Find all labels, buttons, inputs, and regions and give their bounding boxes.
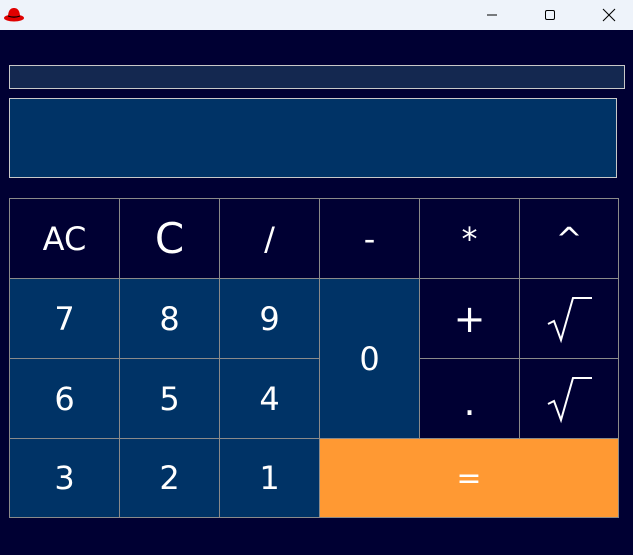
title-bar (0, 0, 633, 30)
expression-display (9, 65, 625, 89)
digit-2-button[interactable]: 2 (119, 438, 220, 518)
decimal-point-button[interactable]: . (419, 358, 520, 439)
maximize-button[interactable] (527, 0, 573, 30)
power-button[interactable]: ^ (519, 198, 619, 279)
digit-4-button[interactable]: 4 (219, 358, 320, 439)
digit-8-button[interactable]: 8 (119, 278, 220, 359)
square-root-icon (547, 376, 592, 423)
minimize-button[interactable] (469, 0, 515, 30)
subtract-button[interactable]: - (319, 198, 420, 279)
close-button[interactable] (586, 0, 632, 30)
result-display (9, 98, 617, 178)
clear-button[interactable]: C (119, 198, 220, 279)
minimize-icon (487, 14, 497, 16)
digit-9-button[interactable]: 9 (219, 278, 320, 359)
square-root-button[interactable] (519, 278, 619, 359)
close-icon (602, 8, 616, 22)
digit-1-button[interactable]: 1 (219, 438, 320, 518)
digit-7-button[interactable]: 7 (9, 278, 120, 359)
calculator-window: AC C / - * ^ 7 8 9 0 + 6 5 4 . 3 2 1 = (0, 30, 633, 555)
digit-0-button[interactable]: 0 (319, 278, 420, 439)
maximize-icon (545, 10, 555, 20)
all-clear-button[interactable]: AC (9, 198, 120, 279)
digit-3-button[interactable]: 3 (9, 438, 120, 518)
digit-6-button[interactable]: 6 (9, 358, 120, 439)
keypad: AC C / - * ^ 7 8 9 0 + 6 5 4 . 3 2 1 = (9, 198, 619, 518)
digit-5-button[interactable]: 5 (119, 358, 220, 439)
square-root-icon (547, 296, 592, 343)
add-button[interactable]: + (419, 278, 520, 359)
equals-button[interactable]: = (319, 438, 619, 518)
multiply-button[interactable]: * (419, 198, 520, 279)
divide-button[interactable]: / (219, 198, 320, 279)
red-hat-icon (4, 8, 24, 22)
square-root-button-2[interactable] (519, 358, 619, 439)
